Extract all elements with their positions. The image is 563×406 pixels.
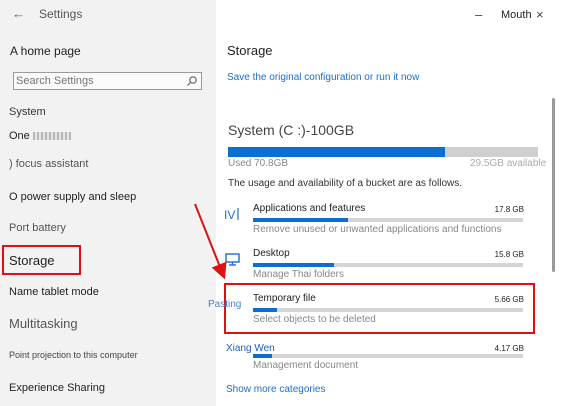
svg-text:IV: IV [224, 208, 235, 222]
sidebar-item-focus-assistant[interactable]: ) focus assistant [9, 158, 88, 170]
storage-highlight-box [2, 245, 81, 275]
drive-description: The usage and availability of a bucket a… [228, 178, 463, 189]
category-subtitle: Remove unused or unwanted applications a… [253, 224, 502, 235]
sidebar-section-system: System [9, 106, 46, 118]
category-size: 4.17 GB [494, 344, 524, 353]
blurred-text [32, 132, 71, 141]
category-subtitle: Management document [253, 360, 359, 371]
drive-free-label: 29.5GB available [470, 158, 547, 169]
sidebar-item-label: One [9, 130, 30, 142]
category-bar-fill [253, 263, 334, 267]
category-name: Temporary file [253, 293, 316, 304]
sidebar-item-tablet-mode[interactable]: Name tablet mode [9, 286, 99, 298]
category-desktop[interactable]: Desktop 15.8 GB Manage Thai folders [224, 248, 524, 284]
drive-used-label: Used 70.8GB [228, 158, 289, 169]
search-input[interactable] [16, 74, 184, 88]
drive-usage-fill [228, 147, 445, 157]
category-bar [253, 218, 523, 222]
category-bar [253, 308, 523, 312]
category-bar-fill [253, 354, 272, 358]
drive-title: System (C :)-100GB [228, 122, 355, 138]
category-name: Applications and features [253, 203, 366, 214]
sidebar-item-home[interactable]: A home page [10, 44, 81, 58]
app-title: Settings [39, 7, 83, 21]
page-title: Storage [227, 43, 273, 58]
storage-panel: – Mouth × Storage Save the original conf… [208, 0, 563, 406]
category-bar [253, 354, 523, 358]
sidebar-item-sharing[interactable]: Experience Sharing [9, 382, 105, 394]
search-box[interactable] [13, 72, 202, 90]
settings-sidebar: ← Settings A home page System One ) focu… [0, 0, 216, 406]
category-subtitle: Select objects to be deleted [253, 314, 376, 325]
category-bar-fill [253, 308, 278, 312]
show-more-categories-link[interactable]: Show more categories [226, 384, 326, 395]
monitor-icon [225, 253, 240, 266]
sidebar-item-one[interactable]: One [9, 130, 71, 142]
category-apps[interactable]: IV Applications and features 17.8 GB Rem… [224, 203, 524, 239]
search-icon[interactable] [186, 75, 198, 87]
sidebar-item-battery[interactable]: Port battery [9, 222, 66, 234]
category-bar [253, 263, 523, 267]
category-temporary-files[interactable]: Temporary file 5.66 GB Select objects to… [224, 293, 524, 329]
apps-icon: IV [224, 208, 239, 222]
restore-config-link[interactable]: Save the original configuration or run i… [227, 72, 419, 83]
back-arrow-icon[interactable]: ← [12, 6, 25, 21]
sidebar-item-power-sleep[interactable]: O power supply and sleep [9, 191, 136, 203]
category-name: Desktop [253, 248, 290, 259]
minimize-button[interactable]: – [475, 7, 482, 22]
category-bar-fill [253, 218, 348, 222]
category-subtitle: Manage Thai folders [253, 269, 344, 280]
scrollbar[interactable] [552, 98, 555, 272]
category-size: 5.66 GB [494, 295, 524, 304]
sidebar-item-projection[interactable]: Point projection to this computer [9, 350, 138, 360]
drive-usage-bar [228, 147, 538, 157]
sidebar-item-multitasking[interactable]: Multitasking [9, 316, 78, 331]
window-title: Mouth [501, 9, 532, 21]
category-documents[interactable]: 4.17 GB Management document [224, 342, 524, 378]
pasting-label: Pasting [208, 299, 242, 310]
category-size: 15.8 GB [494, 250, 524, 259]
close-button[interactable]: × [536, 7, 544, 22]
category-size: 17.8 GB [494, 205, 524, 214]
